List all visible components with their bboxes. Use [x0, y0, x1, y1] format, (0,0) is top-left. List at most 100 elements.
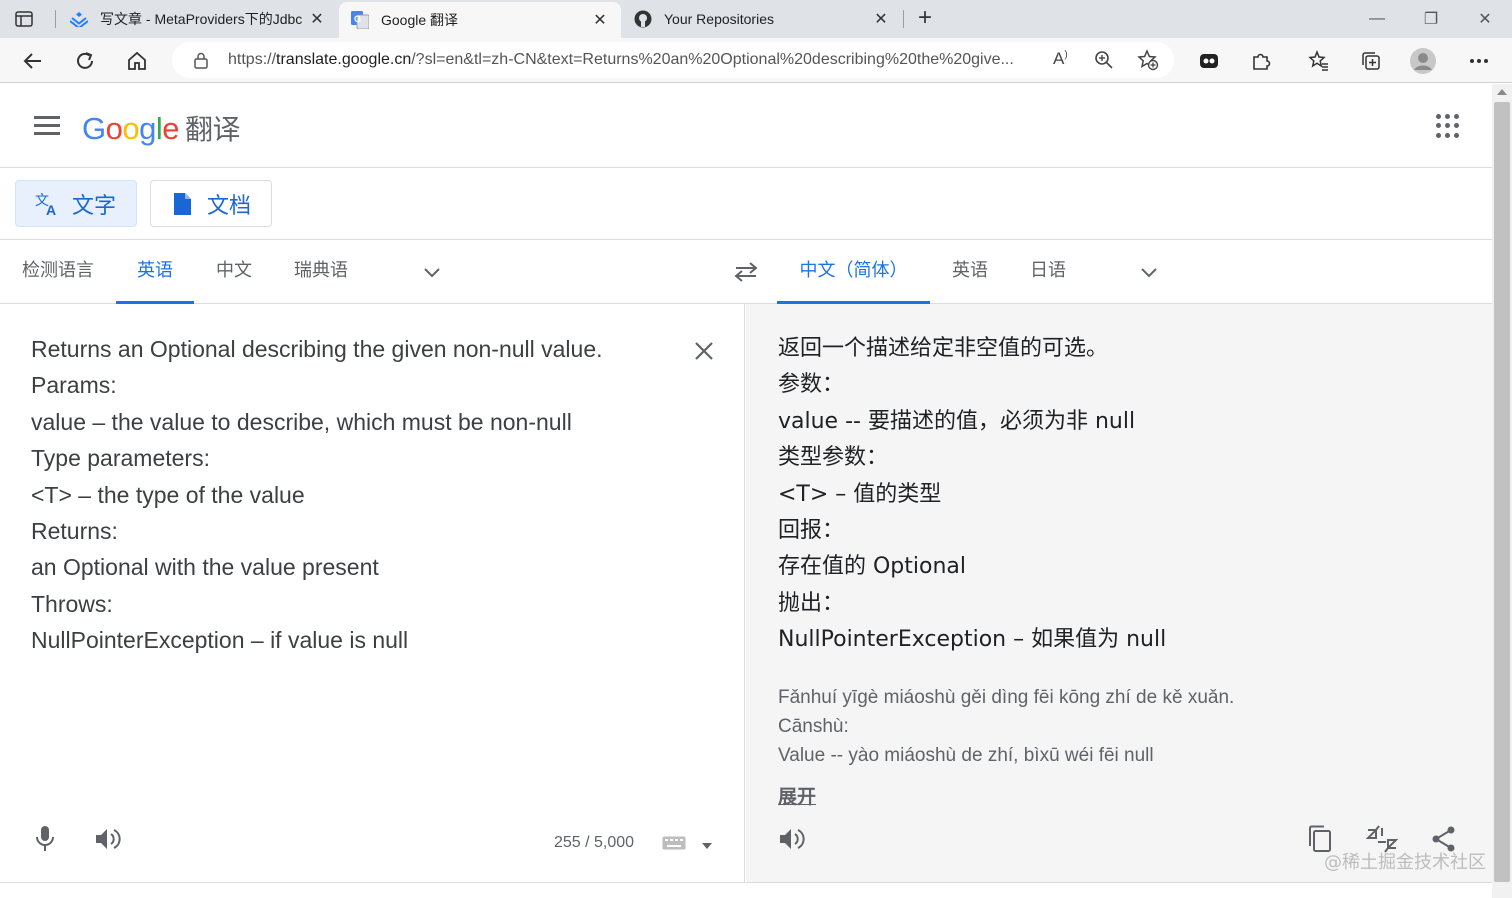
mode-selector: 文A 文字 文档: [0, 168, 1492, 240]
target-panel: 返回一个描述给定非空值的可选。 参数： value -- 要描述的值，必须为非 …: [746, 304, 1492, 882]
expand-transliteration-link[interactable]: 展开: [778, 782, 816, 809]
back-icon[interactable]: [18, 46, 48, 76]
target-lang-japanese[interactable]: 日语: [1020, 240, 1076, 304]
home-icon[interactable]: [122, 46, 152, 76]
target-lang-dropdown-icon[interactable]: [1137, 260, 1161, 284]
extension-icon[interactable]: [1194, 46, 1224, 76]
target-line: value -- 要描述的值，必须为非 null: [778, 408, 1136, 434]
collections-icon[interactable]: [1356, 46, 1386, 76]
browser-tab-bar: 写文章 - MetaProviders下的Jdbc ✕ G Google 翻译 …: [0, 0, 1512, 38]
browser-tab[interactable]: Your Repositories ✕: [622, 0, 902, 38]
text-mode-button[interactable]: 文A 文字: [15, 180, 137, 227]
source-text-input[interactable]: Returns an Optional describing the given…: [31, 331, 603, 659]
source-lang-chinese[interactable]: 中文: [206, 240, 262, 304]
tab-separator: [903, 10, 904, 28]
source-line: Returns:: [31, 518, 118, 545]
document-mode-label: 文档: [207, 193, 252, 219]
source-lang-swedish[interactable]: 瑞典语: [286, 240, 356, 304]
document-mode-button[interactable]: 文档: [150, 180, 272, 227]
source-speaker-icon[interactable]: [92, 823, 124, 855]
browser-tab-active[interactable]: G Google 翻译 ✕: [339, 2, 621, 38]
target-line: 回报：: [778, 518, 845, 544]
close-window-icon[interactable]: ✕: [1458, 0, 1512, 38]
source-panel: Returns an Optional describing the given…: [0, 304, 745, 882]
keyboard-icon[interactable]: [662, 836, 686, 850]
juejin-favicon-icon: [70, 10, 88, 28]
svg-text:G: G: [354, 14, 361, 24]
target-line: 返回一个描述给定非空值的可选。: [778, 336, 1109, 361]
url-text[interactable]: https://translate.google.cn/?sl=en&tl=zh…: [228, 51, 1048, 69]
restore-icon[interactable]: ❐: [1404, 0, 1458, 38]
page-scrollbar[interactable]: [1492, 84, 1512, 898]
clear-source-icon[interactable]: [692, 339, 716, 363]
target-lang-english[interactable]: 英语: [942, 240, 998, 304]
source-lang-detect[interactable]: 检测语言: [16, 240, 100, 304]
target-lang-chinese-simplified[interactable]: 中文（简体）: [777, 240, 930, 304]
extensions-puzzle-icon[interactable]: [1246, 46, 1276, 76]
source-line: NullPointerException – if value is null: [31, 627, 409, 654]
more-menu-icon[interactable]: [1464, 46, 1494, 76]
microphone-icon[interactable]: [29, 823, 61, 855]
add-favorite-icon[interactable]: [1137, 49, 1159, 76]
source-line: Throws:: [31, 590, 113, 617]
transliteration-line: Value -- yào miáoshù de zhí, bìxū wéi fē…: [778, 744, 1154, 766]
source-line: Params:: [31, 372, 117, 399]
language-bar: 检测语言 英语 中文 瑞典语 中文（简体） 英语 日语: [0, 240, 1492, 304]
tab-close-icon[interactable]: ✕: [308, 10, 326, 28]
target-line: 抛出：: [778, 590, 845, 616]
source-line: an Optional with the value present: [31, 554, 379, 581]
tab-separator: [55, 10, 56, 28]
watermark: @稀土掘金技术社区: [1324, 852, 1486, 873]
transliteration-line: Cānshù:: [778, 715, 849, 737]
tab-close-icon[interactable]: ✕: [872, 10, 890, 28]
tab-close-icon[interactable]: ✕: [591, 11, 609, 29]
tab-title: Your Repositories: [664, 11, 774, 27]
translation-output: 返回一个描述给定非空值的可选。 参数： value -- 要描述的值，必须为非 …: [778, 331, 1166, 659]
lock-icon[interactable]: [192, 51, 210, 69]
favorites-icon[interactable]: [1304, 46, 1334, 76]
source-line: <T> – the type of the value: [31, 481, 305, 508]
url-host: translate.google.cn: [276, 51, 412, 68]
scroll-up-icon[interactable]: [1497, 89, 1507, 95]
url-path: /?sl=en&tl=zh-CN&text=Returns%20an%20Opt…: [411, 51, 1014, 68]
source-line: Returns an Optional describing the given…: [31, 336, 603, 362]
target-line: <T> – 值的类型: [778, 481, 942, 507]
minimize-icon[interactable]: —: [1350, 0, 1404, 38]
source-lang-dropdown-icon[interactable]: [420, 260, 444, 284]
svg-text:A: A: [46, 202, 56, 217]
google-translate-favicon-icon: G: [351, 11, 369, 29]
refresh-icon[interactable]: [70, 46, 100, 76]
target-line: NullPointerException – 如果值为 null: [778, 627, 1167, 653]
target-speaker-icon[interactable]: [776, 823, 808, 855]
transliteration: Fǎnhuí yīgè miáoshù gěi dìng fēi kōng zh…: [778, 684, 1234, 770]
new-tab-icon[interactable]: +: [912, 6, 938, 32]
read-aloud-icon[interactable]: A): [1053, 49, 1068, 69]
address-bar[interactable]: https://translate.google.cn/?sl=en&tl=zh…: [172, 42, 1174, 78]
source-line: value – the value to describe, which mus…: [31, 408, 572, 435]
target-line: 类型参数：: [778, 445, 889, 471]
main-menu-icon[interactable]: [34, 116, 60, 136]
character-count: 255 / 5,000: [554, 834, 635, 851]
source-lang-english[interactable]: 英语: [116, 240, 194, 304]
url-scheme: https://: [228, 51, 277, 68]
target-line: 参数：: [778, 372, 845, 398]
source-line: Type parameters:: [31, 445, 210, 472]
tab-actions-icon[interactable]: [14, 9, 34, 29]
page-bottom-edge: [0, 882, 1492, 898]
google-apps-icon[interactable]: [1436, 114, 1460, 138]
zoom-icon[interactable]: [1094, 50, 1114, 75]
text-mode-label: 文字: [72, 193, 117, 219]
profile-avatar-icon[interactable]: [1408, 46, 1438, 76]
translate-header: Google 翻译: [0, 84, 1492, 168]
github-favicon-icon: [634, 10, 652, 28]
transliteration-line: Fǎnhuí yīgè miáoshù gěi dìng fēi kōng zh…: [778, 687, 1235, 708]
swap-languages-icon[interactable]: [732, 260, 760, 284]
keyboard-options-icon[interactable]: [702, 836, 712, 849]
google-translate-logo[interactable]: Google 翻译: [82, 108, 241, 148]
browser-tab[interactable]: 写文章 - MetaProviders下的Jdbc ✕: [58, 0, 338, 38]
tab-title: 写文章 - MetaProviders下的Jdbc: [100, 11, 303, 27]
scrollbar-thumb[interactable]: [1494, 102, 1510, 882]
google-wordmark: Google: [82, 111, 180, 146]
browser-toolbar: https://translate.google.cn/?sl=en&tl=zh…: [0, 38, 1512, 83]
document-icon: [169, 191, 195, 217]
